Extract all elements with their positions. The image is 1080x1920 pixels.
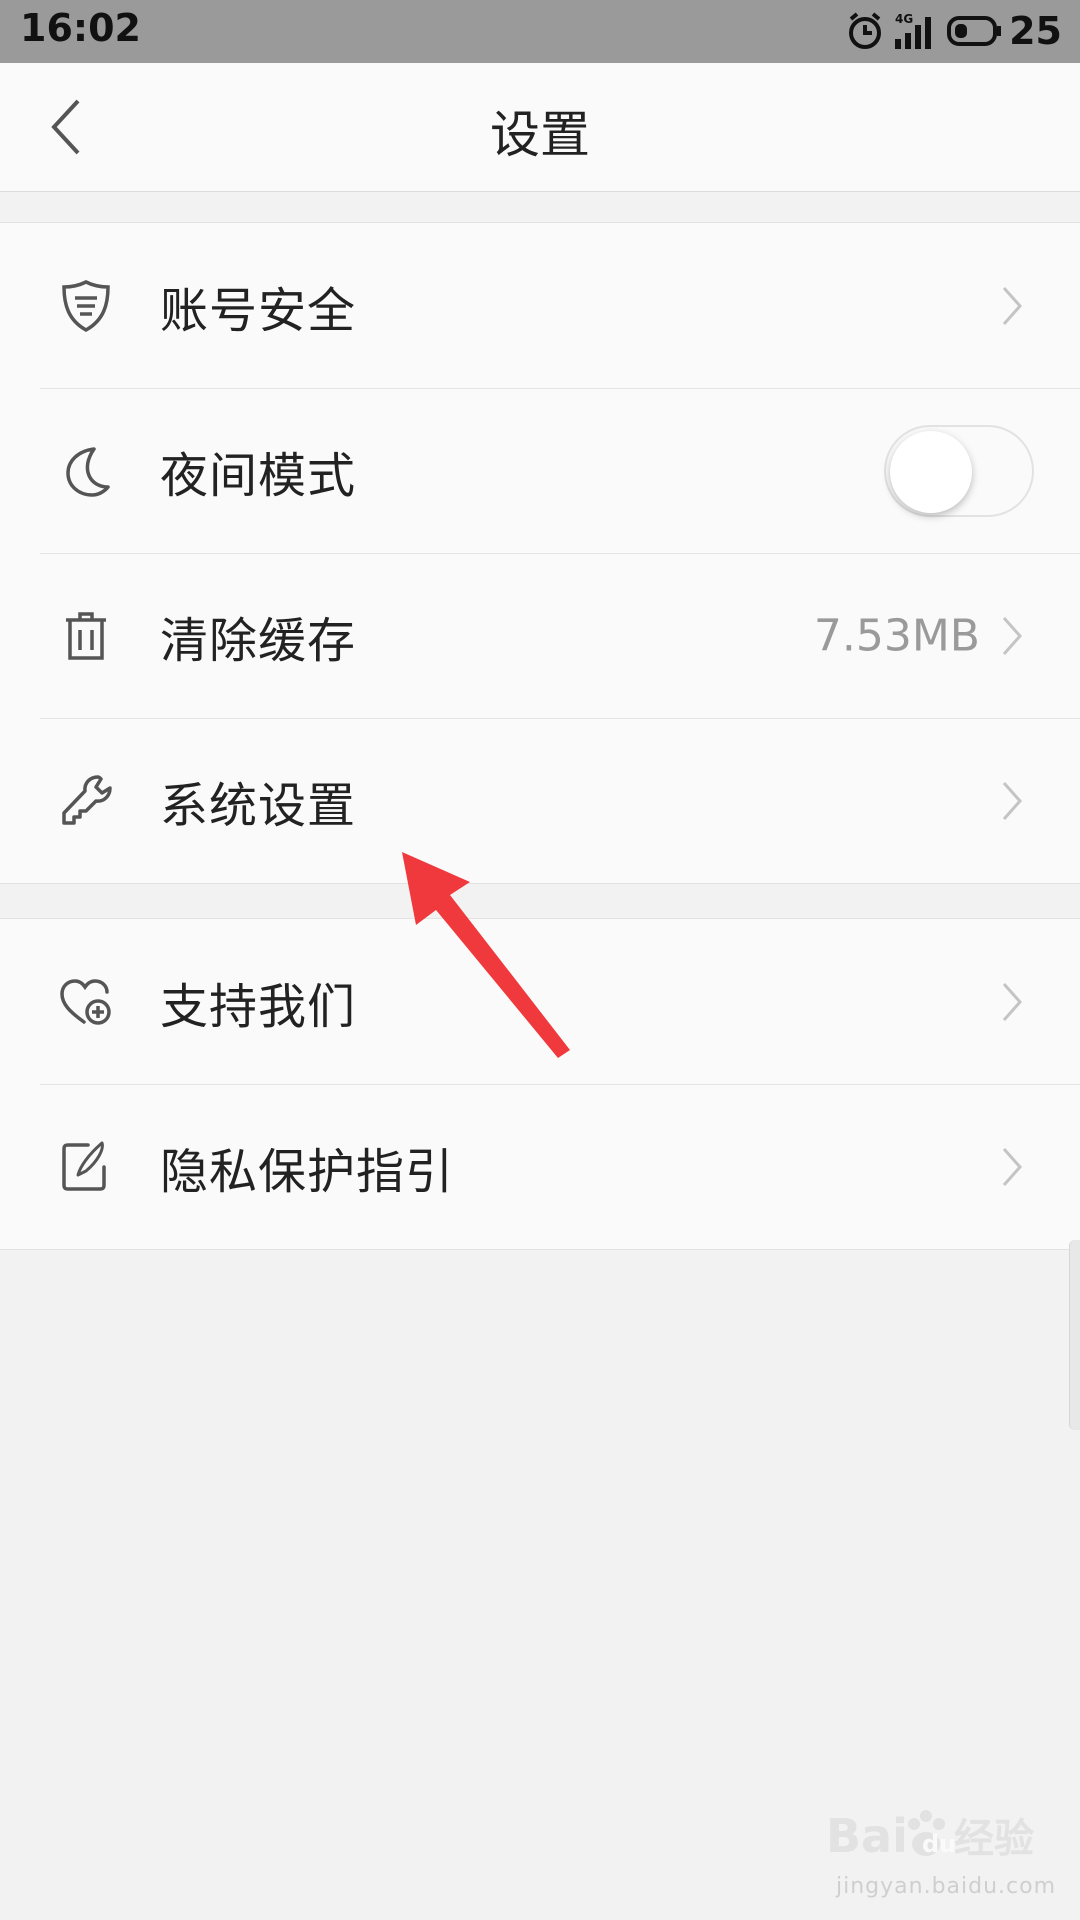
annotation-arrow-icon [402, 852, 570, 1058]
scroll-indicator[interactable] [1069, 1240, 1080, 1430]
settings-item-label: 账号安全 [160, 282, 357, 339]
baidu-paw-logo-icon: Bai du 经验 [826, 1809, 1034, 1863]
chevron-right-icon [1002, 982, 1023, 1021]
settings-item-label: 隐私保护指引 [160, 1143, 455, 1200]
status-icons: 4G 25 [845, 6, 1062, 56]
page-title: 设置 [490, 106, 590, 164]
nav-bar: 设置 [0, 63, 1080, 192]
chevron-right-icon [1002, 781, 1023, 820]
settings-item-label: 系统设置 [160, 777, 357, 834]
chevron-right-icon [1002, 616, 1023, 655]
chevron-right-icon [1002, 286, 1023, 325]
cache-size-value: 7.53MB [813, 610, 980, 661]
trash-icon [66, 611, 106, 660]
night-mode-toggle[interactable] [884, 424, 1034, 517]
svg-text:经验: 经验 [954, 1816, 1034, 1862]
edit-note-icon [62, 1141, 106, 1191]
settings-item-label: 清除缓存 [160, 612, 357, 669]
network-type: 4G [895, 12, 913, 26]
shield-icon [62, 279, 110, 332]
settings-item-label: 夜间模式 [160, 447, 357, 504]
signal-icon: 4G [895, 12, 932, 49]
moon-icon [66, 446, 110, 497]
alarm-icon [849, 12, 882, 49]
settings-item-privacy-guide[interactable]: 隐私保护指引 [0, 1084, 1080, 1249]
settings-group-main: 账号安全 夜间模式 清除缓存 7.53MB 系统设置 [0, 222, 1080, 884]
settings-item-label: 支持我们 [160, 978, 357, 1035]
toggle-knob [890, 430, 972, 513]
settings-item-account-security[interactable]: 账号安全 [0, 223, 1080, 388]
svg-text:Bai: Bai [826, 1809, 908, 1863]
settings-item-night-mode: 夜间模式 [0, 388, 1080, 553]
heart-plus-icon [60, 978, 111, 1025]
battery-icon [947, 16, 1002, 46]
svg-text:du: du [922, 1830, 956, 1858]
wrench-icon [62, 774, 112, 825]
chevron-right-icon [1002, 1147, 1023, 1186]
watermark-url: jingyan.baidu.com [836, 1874, 1057, 1899]
status-time: 16:02 [20, 6, 141, 50]
status-bar: 16:02 4G 25 [0, 0, 1080, 63]
settings-item-clear-cache[interactable]: 清除缓存 7.53MB [0, 553, 1080, 718]
battery-level: 25 [1009, 9, 1062, 53]
watermark: Bai du 经验 jingyan.baidu.com [826, 1800, 1055, 1900]
